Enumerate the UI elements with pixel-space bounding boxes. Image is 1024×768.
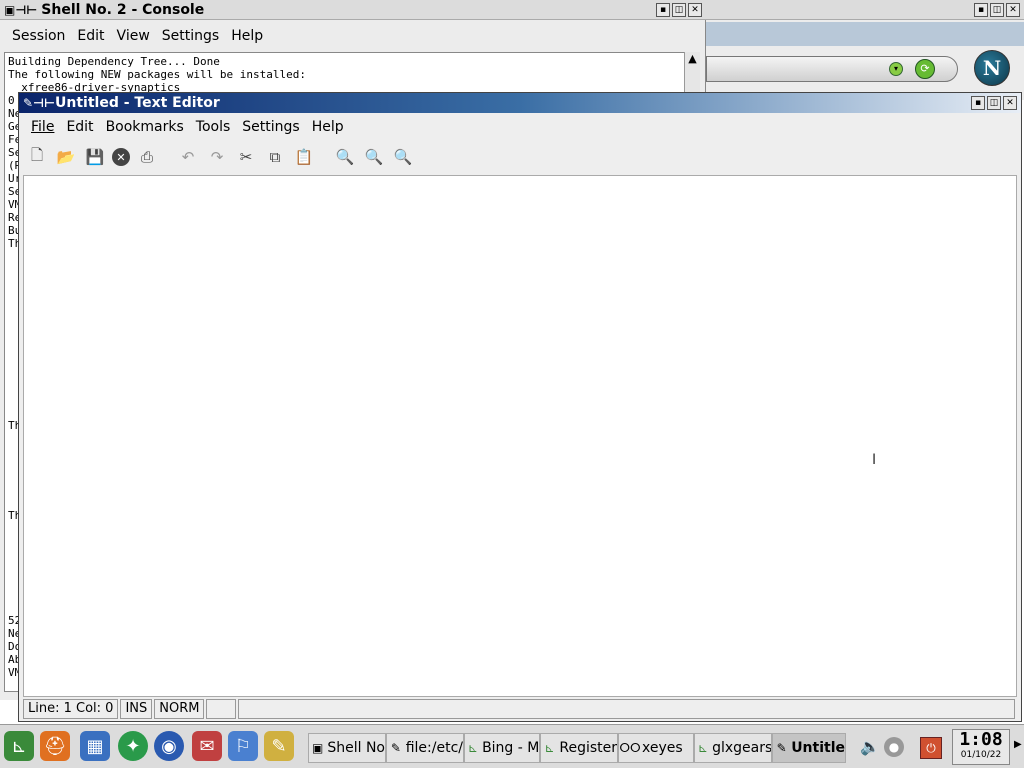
- task-label: Register: [559, 740, 617, 756]
- new-file-icon[interactable]: 🗋: [25, 145, 49, 169]
- editor-statusbar: Line: 1 Col: 0 INS NORM: [23, 699, 1017, 719]
- status-extra: [206, 699, 237, 719]
- task-register[interactable]: ⊾ Register: [540, 733, 618, 763]
- runner-icon[interactable]: ✦: [118, 731, 148, 761]
- terminal-line: Building Dependency Tree... Done: [8, 55, 220, 68]
- minimize-button[interactable]: ▪: [971, 96, 985, 110]
- browser-window: ▪ ◫ ✕ ▾ ⟳ N: [706, 0, 1024, 100]
- menu-edit[interactable]: Edit: [66, 119, 93, 135]
- terminal-line: The following NEW packages will be insta…: [8, 68, 307, 81]
- browser-icon: ⊾: [698, 741, 709, 755]
- editor-toolbar: 🗋 📂 💾 ✕ ⎙ ↶ ↷ ✂ ⧉ 📋 🔍 🔍 🔍: [25, 143, 420, 171]
- editor-titlebar[interactable]: ✎⊣⊢ Untitled - Text Editor ▪ ◫ ✕: [19, 93, 1021, 113]
- menu-help[interactable]: Help: [231, 28, 263, 44]
- console-menubar: Session Edit View Settings Help: [0, 24, 706, 48]
- task-label: file:/etc/: [405, 740, 463, 756]
- kde-menu-icon[interactable]: ⊾: [4, 731, 34, 761]
- task-label: glxgears: [712, 740, 772, 756]
- maximize-button[interactable]: ◫: [987, 96, 1001, 110]
- task-bing[interactable]: ⊾ Bing - M: [464, 733, 540, 763]
- browser-icon: ⊾: [468, 741, 479, 755]
- taskbar: ⊾ ⛑ ▦ ✦ ◉ ✉ ⚐ ✎ ▣ Shell No ✎ file:/etc/ ⊾ B…: [0, 724, 1024, 768]
- clock[interactable]: 1:08 01/10/22: [952, 729, 1010, 765]
- menu-settings[interactable]: Settings: [162, 28, 219, 44]
- task-untitled[interactable]: ✎ Untitle: [772, 733, 846, 763]
- text-editor-window: ✎⊣⊢ Untitled - Text Editor ▪ ◫ ✕ File Ed…: [18, 92, 1022, 722]
- close-button[interactable]: ✕: [1006, 3, 1020, 17]
- close-button[interactable]: ✕: [688, 3, 702, 17]
- clock-time: 1:08: [959, 729, 1003, 750]
- minimize-button[interactable]: ▪: [974, 3, 988, 17]
- menu-tools[interactable]: Tools: [196, 119, 231, 135]
- undo-icon[interactable]: ↶: [176, 145, 200, 169]
- task-label: xeyes: [642, 740, 683, 756]
- terminal-icon: ▣: [312, 741, 324, 755]
- close-button[interactable]: ✕: [1003, 96, 1017, 110]
- pencil-icon: ✎: [776, 741, 787, 755]
- close-icon[interactable]: ✕: [112, 148, 130, 166]
- paste-icon[interactable]: 📋: [292, 145, 316, 169]
- browser-titlebar[interactable]: ▪ ◫ ✕: [706, 0, 1024, 20]
- menu-bookmarks[interactable]: Bookmarks: [106, 119, 184, 135]
- task-label: Untitle: [791, 740, 845, 756]
- text-cursor-icon: I: [872, 452, 877, 468]
- dropdown-icon[interactable]: ▾: [889, 62, 903, 76]
- selection-mode: NORM: [154, 699, 205, 719]
- menu-edit[interactable]: Edit: [77, 28, 104, 44]
- console-titlebar[interactable]: ▣⊣⊢ Shell No. 2 - Console ▪ ◫ ✕: [0, 0, 706, 20]
- lifejacket-icon[interactable]: ⛑: [40, 731, 70, 761]
- print-icon[interactable]: ⎙: [135, 145, 159, 169]
- scroll-up-icon[interactable]: ▲: [685, 52, 700, 65]
- cursor-position: Line: 1 Col: 0: [23, 699, 119, 719]
- task-file-etc[interactable]: ✎ file:/etc/: [386, 733, 464, 763]
- netscape-logo-icon[interactable]: N: [974, 50, 1010, 86]
- open-folder-icon[interactable]: 📂: [54, 145, 78, 169]
- menu-file[interactable]: File: [31, 119, 54, 135]
- task-label: Shell No: [327, 740, 385, 756]
- find-icon[interactable]: 🔍: [333, 145, 357, 169]
- minimize-button[interactable]: ▪: [656, 3, 670, 17]
- status-filler: [238, 699, 1015, 719]
- eyes-icon: ⵔⵔ: [619, 741, 641, 755]
- globe-icon[interactable]: ◉: [154, 731, 184, 761]
- menu-help[interactable]: Help: [312, 119, 344, 135]
- network-icon[interactable]: ⚐: [228, 731, 258, 761]
- redo-icon[interactable]: ↷: [205, 145, 229, 169]
- menu-view[interactable]: View: [117, 28, 150, 44]
- window-menu-icon[interactable]: ▣⊣⊢: [4, 3, 37, 17]
- editor-title: Untitled - Text Editor: [55, 95, 220, 111]
- browser-icon: ⊾: [544, 741, 555, 755]
- task-glxgears[interactable]: ⊾ glxgears: [694, 733, 772, 763]
- save-icon[interactable]: 💾: [83, 145, 107, 169]
- home-cube-icon[interactable]: ▦: [80, 731, 110, 761]
- url-bar[interactable]: ▾ ⟳: [706, 56, 958, 82]
- panel-arrow-icon[interactable]: ▶: [1014, 739, 1022, 750]
- task-label: Bing - M: [482, 740, 540, 756]
- browser-toolbar-band: [706, 22, 1024, 46]
- pencil-icon: ✎: [390, 741, 401, 755]
- clock-date: 01/10/22: [960, 750, 1002, 760]
- window-menu-icon[interactable]: ✎⊣⊢: [23, 96, 55, 110]
- editor-launcher-icon[interactable]: ✎: [264, 731, 294, 761]
- mailbox-icon[interactable]: ✉: [192, 731, 222, 761]
- zoom-out-icon[interactable]: 🔍: [391, 145, 415, 169]
- go-icon[interactable]: ⟳: [915, 59, 935, 79]
- menu-session[interactable]: Session: [12, 28, 65, 44]
- task-xeyes[interactable]: ⵔⵔ xeyes: [618, 733, 694, 763]
- user-icon[interactable]: ●: [884, 737, 904, 757]
- insert-mode: INS: [120, 699, 153, 719]
- speaker-icon[interactable]: 🔈: [860, 737, 880, 757]
- maximize-button[interactable]: ◫: [990, 3, 1004, 17]
- editor-text-area[interactable]: [23, 175, 1017, 697]
- task-shell[interactable]: ▣ Shell No: [308, 733, 386, 763]
- logout-icon[interactable]: ⏻: [920, 737, 942, 759]
- editor-menubar: File Edit Bookmarks Tools Settings Help: [19, 115, 1021, 139]
- zoom-in-icon[interactable]: 🔍: [362, 145, 386, 169]
- cut-icon[interactable]: ✂: [234, 145, 258, 169]
- console-title: Shell No. 2 - Console: [41, 1, 205, 18]
- menu-settings[interactable]: Settings: [242, 119, 299, 135]
- maximize-button[interactable]: ◫: [672, 3, 686, 17]
- copy-icon[interactable]: ⧉: [263, 145, 287, 169]
